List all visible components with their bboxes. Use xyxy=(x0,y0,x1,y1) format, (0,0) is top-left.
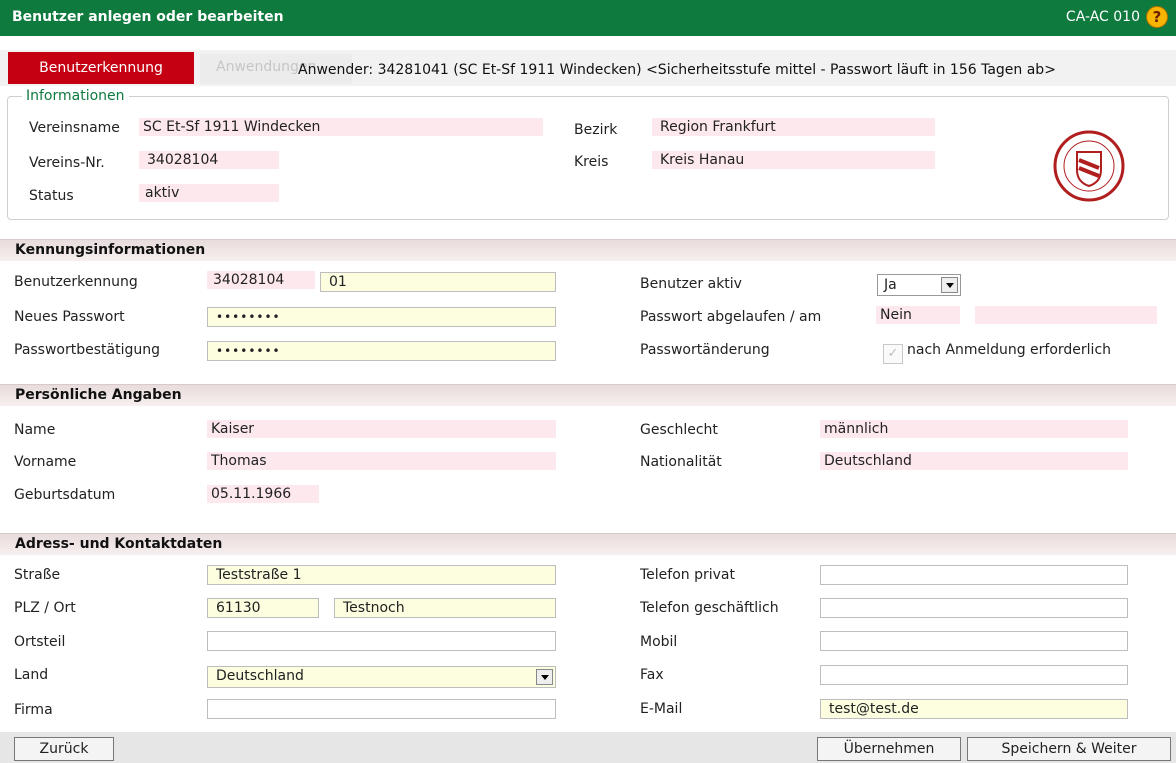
vereinsnr-label: Vereins-Nr. xyxy=(29,155,105,171)
uebernehmen-button[interactable]: Übernehmen xyxy=(817,737,961,761)
telefon-privat-label: Telefon privat xyxy=(640,567,735,583)
geschlecht-value: männlich xyxy=(820,420,1128,438)
email-input[interactable]: test@test.de xyxy=(820,699,1128,719)
benutzerkennung-suffix-input[interactable]: 01 xyxy=(320,272,556,292)
telefon-geschaeftlich-label: Telefon geschäftlich xyxy=(640,600,779,616)
nach-anmeldung-checkbox[interactable]: ✓ xyxy=(883,344,903,364)
kreis-label: Kreis xyxy=(574,154,609,170)
geburtsdatum-label: Geburtsdatum xyxy=(14,487,116,503)
speichern-weiter-button[interactable]: Speichern & Weiter xyxy=(967,737,1171,761)
passwortbestaetigung-input[interactable]: •••••••• xyxy=(207,341,556,361)
telefon-geschaeftlich-input[interactable] xyxy=(820,598,1128,618)
strasse-input[interactable]: Teststraße 1 xyxy=(207,565,556,585)
neues-passwort-label: Neues Passwort xyxy=(14,309,125,325)
nationalitaet-value: Deutschland xyxy=(820,452,1128,470)
name-label: Name xyxy=(14,422,56,438)
ort-input[interactable]: Testnoch xyxy=(334,598,556,618)
land-label: Land xyxy=(14,667,49,683)
ortsteil-label: Ortsteil xyxy=(14,634,66,650)
bezirk-label: Bezirk xyxy=(574,122,618,138)
bezirk-value: Region Frankfurt xyxy=(652,118,935,136)
vorname-value: Thomas xyxy=(207,452,556,470)
mobil-input[interactable] xyxy=(820,631,1128,651)
passwortaenderung-label: Passwortänderung xyxy=(640,342,770,358)
vereinsname-value: SC Et-Sf 1911 Windecken xyxy=(139,118,543,136)
passwort-abgelaufen-am-value xyxy=(975,306,1157,324)
land-select[interactable]: Deutschland xyxy=(207,666,556,688)
geschlecht-label: Geschlecht xyxy=(640,422,718,438)
tab-benutzerkennung[interactable]: Benutzerkennung xyxy=(8,52,194,84)
section-persoenliche-angaben: Persönliche Angaben xyxy=(0,384,1176,406)
benutzer-aktiv-label: Benutzer aktiv xyxy=(640,276,742,292)
nach-anmeldung-label: nach Anmeldung erforderlich xyxy=(907,342,1112,358)
section-kennungsinformationen: Kennungsinformationen xyxy=(0,239,1176,261)
benutzerkennung-label: Benutzerkennung xyxy=(14,274,138,290)
status-value: aktiv xyxy=(139,184,279,202)
zurueck-button[interactable]: Zurück xyxy=(14,737,114,761)
email-label: E-Mail xyxy=(640,701,683,717)
vereinsname-label: Vereinsname xyxy=(29,120,120,136)
kreis-value: Kreis Hanau xyxy=(652,151,935,169)
title-bar: Benutzer anlegen oder bearbeiten CA-AC 0… xyxy=(0,0,1176,36)
passwort-abgelaufen-value: Nein xyxy=(876,306,960,324)
vereinsnr-value: 34028104 xyxy=(139,151,279,169)
club-crest-icon xyxy=(1053,130,1125,202)
status-label: Status xyxy=(29,188,74,204)
section-adresse-kontakt: Adress- und Kontaktdaten xyxy=(0,533,1176,555)
name-value: Kaiser xyxy=(207,420,556,438)
fax-input[interactable] xyxy=(820,665,1128,685)
plz-ort-label: PLZ / Ort xyxy=(14,600,76,616)
land-value: Deutschland xyxy=(216,668,304,684)
telefon-privat-input[interactable] xyxy=(820,565,1128,585)
firma-label: Firma xyxy=(14,702,53,718)
benutzer-aktiv-select[interactable]: Ja xyxy=(877,274,961,296)
help-icon[interactable]: ? xyxy=(1146,6,1168,28)
neues-passwort-input[interactable]: •••••••• xyxy=(207,307,556,327)
strasse-label: Straße xyxy=(14,567,61,583)
benutzer-aktiv-value: Ja xyxy=(884,277,897,293)
fax-label: Fax xyxy=(640,667,664,683)
passwortbestaetigung-label: Passwortbestätigung xyxy=(14,342,161,358)
window-title: Benutzer anlegen oder bearbeiten xyxy=(12,9,284,25)
plz-input[interactable]: 61130 xyxy=(207,598,319,618)
mobil-label: Mobil xyxy=(640,634,678,650)
informationen-legend: Informationen xyxy=(22,88,129,104)
firma-input[interactable] xyxy=(207,699,556,719)
user-info-text: Anwender: 34281041 (SC Et-Sf 1911 Windec… xyxy=(298,62,1056,78)
chevron-down-icon[interactable] xyxy=(941,277,958,293)
benutzerkennung-prefix: 34028104 xyxy=(207,271,315,289)
geburtsdatum-value: 05.11.1966 xyxy=(207,485,319,503)
screen-code: CA-AC 010 xyxy=(1065,9,1140,25)
nationalitaet-label: Nationalität xyxy=(640,454,722,470)
passwort-abgelaufen-label: Passwort abgelaufen / am xyxy=(640,309,822,325)
ortsteil-input[interactable] xyxy=(207,631,556,651)
vorname-label: Vorname xyxy=(14,454,77,470)
chevron-down-icon[interactable] xyxy=(536,669,553,685)
